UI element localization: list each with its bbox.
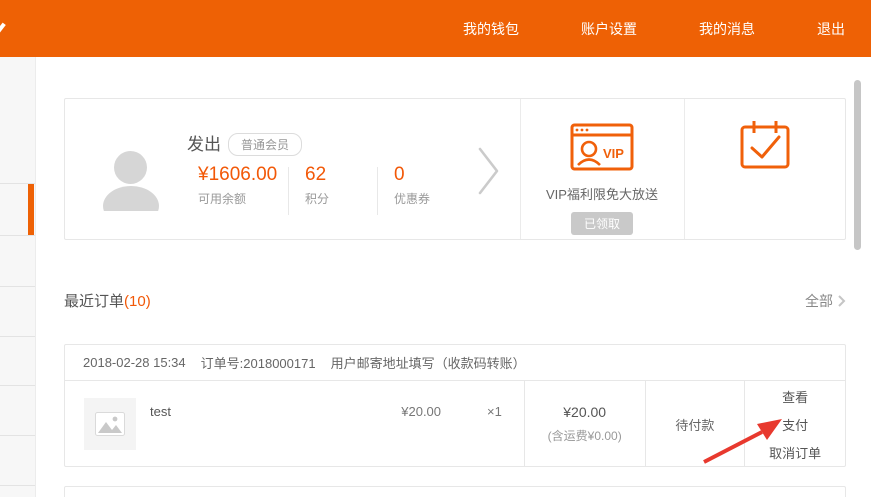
top-header: 我的钱包 账户设置 我的消息 退出 <box>0 0 871 57</box>
membership-badge: 普通会员 <box>228 133 302 156</box>
order-card-partial <box>64 486 846 497</box>
orders-title: 最近订单(10) <box>64 290 151 311</box>
sidebar-item[interactable] <box>0 435 35 485</box>
stat-points[interactable]: 62 积分 <box>289 165 377 207</box>
balance-label: 可用余额 <box>198 190 288 207</box>
order-total-cell: ¥20.00 (含运费¥0.00) <box>524 381 645 467</box>
balance-value: ¥1606.00 <box>198 165 288 185</box>
order-number: 订单号:2018000171 <box>201 353 316 372</box>
order-shipping-note: (含运费¥0.00) <box>548 427 622 444</box>
order-total-amount: ¥20.00 <box>563 404 606 420</box>
view-all-orders-link[interactable]: 全部 <box>805 291 846 311</box>
view-order-link[interactable]: 查看 <box>782 387 808 406</box>
account-stats: ¥1606.00 可用余额 62 积分 0 优惠券 <box>198 165 466 215</box>
nav-my-wallet[interactable]: 我的钱包 <box>463 19 519 39</box>
coupons-label: 优惠券 <box>394 190 450 207</box>
nav-my-messages[interactable]: 我的消息 <box>699 19 755 39</box>
image-placeholder-icon <box>95 412 125 436</box>
nav-logout[interactable]: 退出 <box>817 19 845 39</box>
profile-card: 发出 普通会员 ¥1606.00 可用余额 62 积分 0 优惠券 <box>64 98 846 240</box>
coupons-value: 0 <box>394 165 450 185</box>
vip-promo-block[interactable]: VIP VIP福利限免大放送 已领取 <box>520 99 684 239</box>
points-label: 积分 <box>305 190 361 207</box>
sidebar-active-indicator <box>28 184 34 235</box>
order-datetime: 2018-02-28 15:34 <box>83 355 186 370</box>
username: 发出 <box>187 130 221 155</box>
product-unit-price: ¥20.00 <box>401 404 441 419</box>
chevron-right-icon <box>837 294 846 308</box>
claimed-button[interactable]: 已领取 <box>571 212 633 235</box>
stat-balance[interactable]: ¥1606.00 可用余额 <box>198 165 288 207</box>
orders-count: (10) <box>124 293 151 310</box>
orders-section-header: 最近订单(10) 全部 <box>64 290 846 311</box>
cancel-order-link[interactable]: 取消订单 <box>769 443 821 462</box>
order-status: 待付款 <box>645 381 745 467</box>
user-center-page: 我的钱包 账户设置 我的消息 退出 发出 普通会员 ¥1606.00 可用余额 <box>0 0 871 497</box>
logo-fragment <box>0 23 6 39</box>
signin-calendar-block[interactable] <box>684 99 845 239</box>
product-quantity: ×1 <box>487 404 502 419</box>
view-all-label: 全部 <box>805 291 833 311</box>
product-name: test <box>150 404 401 419</box>
order-card-header: 2018-02-28 15:34 订单号:2018000171 用户邮寄地址填写… <box>65 345 845 381</box>
nav-account-settings[interactable]: 账户设置 <box>581 19 637 39</box>
vip-promo-title: VIP福利限免大放送 <box>520 184 684 203</box>
product-thumbnail[interactable] <box>84 398 136 450</box>
order-note: 用户邮寄地址填写（收款码转账） <box>331 353 526 372</box>
order-card: 2018-02-28 15:34 订单号:2018000171 用户邮寄地址填写… <box>64 344 846 467</box>
pay-order-link[interactable]: 支付 <box>782 415 808 434</box>
sidebar-top-panel <box>0 57 35 183</box>
sidebar-item[interactable] <box>0 235 35 286</box>
orders-title-text: 最近订单 <box>64 293 124 310</box>
sidebar-item[interactable] <box>0 286 35 336</box>
chevron-right-icon[interactable] <box>476 145 502 202</box>
order-product-cell: test ¥20.00 ×1 <box>65 381 524 467</box>
vip-browser-icon: VIP <box>520 123 684 176</box>
stat-coupons[interactable]: 0 优惠券 <box>378 165 466 207</box>
sidebar-item[interactable] <box>0 385 35 435</box>
order-card-body: test ¥20.00 ×1 ¥20.00 (含运费¥0.00) 待付款 查看 … <box>65 381 845 467</box>
svg-text:VIP: VIP <box>603 146 624 161</box>
sidebar-item[interactable] <box>0 485 35 497</box>
points-value: 62 <box>305 165 361 185</box>
sidebar <box>0 57 36 497</box>
calendar-check-icon <box>684 118 845 177</box>
header-nav: 我的钱包 账户设置 我的消息 退出 <box>463 0 871 57</box>
scrollbar-thumb[interactable] <box>854 80 861 250</box>
avatar-shoulders-shape <box>103 186 159 211</box>
sidebar-item[interactable] <box>0 336 35 385</box>
order-actions-cell: 查看 支付 取消订单 <box>744 381 845 467</box>
avatar-head-shape <box>114 151 147 184</box>
avatar <box>101 151 161 211</box>
